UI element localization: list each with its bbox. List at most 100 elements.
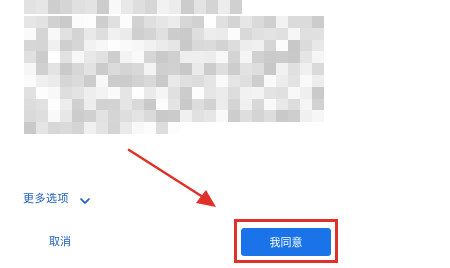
redacted-pixel: [288, 51, 300, 64]
redacted-pixel: [312, 27, 324, 40]
redacted-pixel: [312, 51, 324, 64]
redacted-pixel: [48, 75, 60, 87]
redacted-pixel: [120, 122, 132, 134]
redacted-pixel: [60, 63, 72, 75]
redacted-pixel: [288, 39, 300, 52]
redacted-pixel: [48, 0, 61, 14]
agree-button[interactable]: 我同意: [241, 228, 331, 256]
redacted-pixel: [144, 98, 156, 111]
redacted-pixel: [48, 16, 60, 28]
redacted-pixel: [132, 75, 144, 87]
redacted-pixel: [264, 75, 276, 87]
redacted-pixel: [72, 110, 84, 123]
redacted-pixel: [204, 27, 216, 40]
redacted-pixel: [288, 98, 300, 111]
redacted-pixel: [288, 110, 300, 123]
redacted-pixel: [132, 110, 144, 123]
redacted-pixel: [276, 39, 288, 52]
more-options-toggle[interactable]: 更多选项: [23, 190, 91, 206]
redacted-pixel: [204, 98, 216, 111]
redacted-pixel: [288, 16, 300, 28]
redacted-pixel: [252, 39, 264, 52]
redacted-pixel: [156, 63, 168, 75]
redacted-pixel: [96, 63, 108, 75]
redacted-pixel: [96, 86, 108, 99]
redacted-pixel: [240, 110, 252, 123]
redacted-pixel: [252, 110, 264, 123]
redacted-pixel: [144, 75, 156, 87]
redacted-pixel: [48, 110, 60, 123]
redacted-pixel: [108, 110, 120, 123]
redacted-pixel: [205, 0, 218, 14]
redacted-pixel: [264, 51, 276, 64]
redacted-pixel: [36, 122, 48, 134]
redacted-pixel: [312, 16, 324, 28]
redacted-pixel: [132, 63, 144, 75]
redacted-pixel: [300, 98, 312, 111]
redacted-pixel: [228, 110, 240, 123]
redacted-pixel: [180, 51, 192, 64]
redacted-pixel: [252, 75, 264, 87]
redacted-pixel: [108, 75, 120, 87]
redacted-pixel: [96, 98, 108, 111]
redacted-pixel: [168, 63, 180, 75]
redacted-pixel: [24, 98, 36, 111]
redacted-pixel: [36, 86, 48, 99]
redacted-pixel: [156, 51, 168, 64]
redacted-pixel: [252, 98, 264, 111]
redacted-pixel: [96, 110, 108, 123]
redacted-pixel: [36, 16, 48, 28]
redacted-pixel: [60, 0, 73, 14]
redacted-pixel: [288, 63, 300, 75]
redacted-pixel: [24, 75, 36, 87]
redacted-pixel: [300, 86, 312, 99]
redacted-pixel: [180, 16, 192, 28]
redacted-pixel: [120, 51, 132, 64]
redacted-pixel: [300, 63, 312, 75]
redacted-pixel: [24, 51, 36, 64]
redacted-pixel: [300, 75, 312, 87]
redacted-pixel: [204, 63, 216, 75]
redacted-pixel: [60, 51, 72, 64]
redacted-pixel: [217, 0, 230, 14]
redacted-pixel: [240, 39, 252, 52]
redacted-pixel: [145, 0, 158, 14]
redacted-pixel: [108, 16, 120, 28]
redacted-pixel: [192, 39, 204, 52]
redacted-pixel: [240, 86, 252, 99]
redacted-pixel: [48, 86, 60, 99]
redacted-pixel: [84, 63, 96, 75]
redacted-pixel: [168, 75, 180, 87]
redacted-pixel: [72, 98, 84, 111]
redacted-pixel: [156, 27, 168, 40]
cancel-button[interactable]: 取消: [36, 230, 84, 252]
redacted-pixel: [36, 27, 48, 40]
redacted-pixel: [60, 86, 72, 99]
redacted-pixel: [181, 0, 194, 14]
redacted-pixel: [84, 27, 96, 40]
redacted-pixel: [120, 98, 132, 111]
redacted-pixel: [169, 0, 182, 14]
redacted-pixel: [264, 27, 276, 40]
redacted-pixel: [216, 110, 228, 123]
redacted-pixel: [72, 51, 84, 64]
redacted-pixel: [120, 86, 132, 99]
redacted-pixel: [168, 16, 180, 28]
redacted-pixel: [144, 16, 156, 28]
redacted-pixel: [216, 16, 228, 28]
redacted-pixel: [72, 27, 84, 40]
redacted-pixel: [48, 39, 60, 52]
redacted-pixel: [192, 86, 204, 99]
redacted-pixel: [312, 86, 324, 99]
redacted-pixel: [96, 122, 108, 134]
redacted-pixel: [120, 39, 132, 52]
redacted-pixel: [108, 63, 120, 75]
redacted-pixel: [288, 75, 300, 87]
redacted-pixel: [240, 98, 252, 111]
consent-dialog: 更多选项 取消 我同意: [0, 0, 450, 268]
redacted-pixel: [120, 63, 132, 75]
redacted-pixel: [216, 86, 228, 99]
redacted-pixel: [144, 122, 156, 134]
redacted-pixel: [216, 122, 228, 134]
redacted-pixel: [157, 0, 170, 14]
